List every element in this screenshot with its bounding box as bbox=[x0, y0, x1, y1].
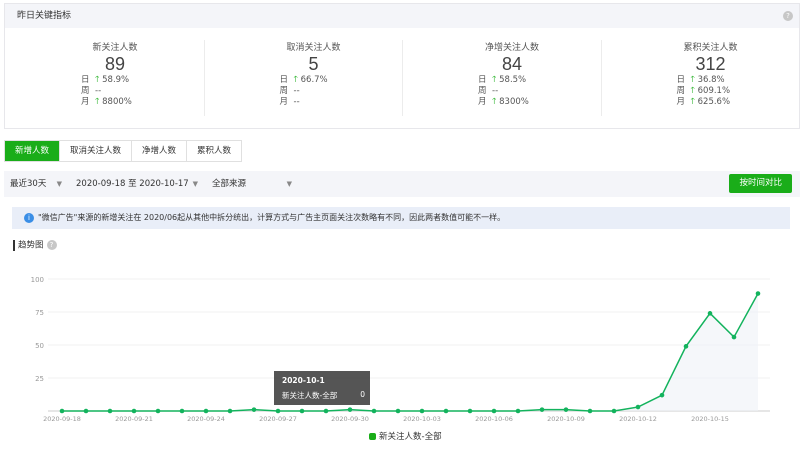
data-point[interactable] bbox=[83, 408, 89, 414]
data-point[interactable] bbox=[371, 408, 377, 414]
data-point[interactable] bbox=[443, 408, 449, 414]
tooltip-date: 2020-10-1 bbox=[282, 376, 325, 385]
data-point[interactable] bbox=[59, 408, 65, 414]
data-point[interactable] bbox=[707, 311, 713, 316]
x-tick-label: 2020-09-30 bbox=[331, 415, 369, 423]
data-point[interactable] bbox=[419, 408, 425, 414]
data-point[interactable] bbox=[515, 408, 521, 414]
data-point[interactable] bbox=[563, 407, 569, 412]
data-point[interactable] bbox=[275, 408, 281, 414]
data-point[interactable] bbox=[539, 407, 545, 412]
data-point[interactable] bbox=[131, 408, 137, 414]
data-point[interactable] bbox=[731, 334, 737, 340]
x-tick-label: 2020-10-15 bbox=[691, 415, 729, 423]
y-tick-label: 25 bbox=[35, 375, 44, 383]
data-point[interactable] bbox=[635, 404, 641, 410]
x-tick-label: 2020-10-12 bbox=[619, 415, 657, 423]
legend-marker bbox=[369, 433, 376, 440]
data-point[interactable] bbox=[659, 392, 665, 398]
data-point[interactable] bbox=[227, 408, 233, 414]
y-tick-label: 75 bbox=[35, 309, 44, 317]
data-point[interactable] bbox=[611, 408, 617, 414]
chart-legend[interactable]: 新关注人数-全部 bbox=[369, 430, 442, 442]
legend-label: 新关注人数-全部 bbox=[379, 432, 442, 442]
data-point[interactable] bbox=[755, 291, 761, 296]
y-tick-label: 50 bbox=[35, 342, 44, 350]
series-line bbox=[62, 293, 759, 412]
data-point[interactable] bbox=[323, 408, 329, 414]
tooltip-value: 0 bbox=[360, 390, 365, 399]
data-point[interactable] bbox=[299, 408, 305, 414]
data-point[interactable] bbox=[251, 407, 257, 412]
x-tick-label: 2020-09-24 bbox=[187, 415, 225, 423]
trend-chart[interactable]: 25 50 75 100 2020-09-18 2020-09-21 2020-09-24 2… bbox=[0, 0, 800, 450]
data-point[interactable] bbox=[491, 408, 497, 414]
x-tick-label: 2020-09-18 bbox=[43, 415, 81, 423]
data-point[interactable] bbox=[107, 408, 113, 414]
x-tick-label: 2020-09-21 bbox=[115, 415, 153, 423]
data-point[interactable] bbox=[347, 407, 353, 412]
data-point[interactable] bbox=[395, 408, 401, 414]
x-tick-label: 2020-10-09 bbox=[547, 415, 585, 423]
chart-tooltip: 2020-10-1 新关注人数-全部 0 bbox=[274, 371, 370, 405]
x-tick-label: 2020-10-03 bbox=[403, 415, 441, 423]
x-tick-label: 2020-10-06 bbox=[475, 415, 513, 423]
data-point[interactable] bbox=[587, 408, 593, 414]
y-tick-label: 100 bbox=[31, 276, 44, 284]
tooltip-label: 新关注人数-全部 bbox=[282, 391, 338, 400]
series-area bbox=[62, 293, 758, 411]
data-point[interactable] bbox=[179, 408, 185, 414]
x-tick-label: 2020-09-27 bbox=[259, 415, 297, 423]
data-point[interactable] bbox=[683, 344, 689, 349]
data-point[interactable] bbox=[155, 408, 161, 414]
data-point[interactable] bbox=[467, 408, 473, 414]
data-point[interactable] bbox=[203, 408, 209, 414]
